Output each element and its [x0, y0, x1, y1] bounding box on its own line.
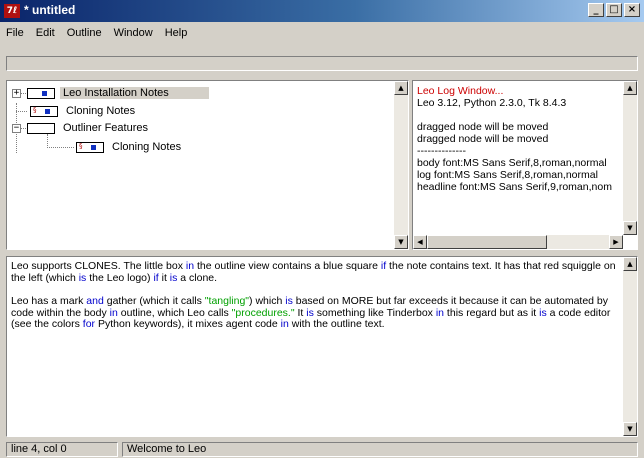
scroll-right-icon[interactable]: ▶	[609, 235, 623, 249]
outline-pane[interactable]: + Leo Installation Notes § Cloning Notes…	[6, 80, 409, 250]
body-run: with the outline text.	[288, 318, 385, 330]
menu-help[interactable]: Help	[159, 27, 194, 39]
body-run: something like Tinderbox	[313, 306, 436, 319]
keyword-text: in	[280, 318, 289, 330]
node-icon: §	[76, 141, 104, 153]
body-run: Leo has a mark	[11, 295, 87, 307]
tree-line	[16, 111, 27, 112]
body-text[interactable]: Leo supports CLONES. The little box in t…	[11, 260, 619, 343]
body-run: the Leo logo)	[86, 271, 154, 284]
log-message: body font:MS Sans Serif,8,roman,normal	[417, 157, 607, 169]
expand-icon[interactable]: +	[12, 88, 21, 98]
body-run: it	[158, 271, 170, 284]
keyword-text: for	[82, 318, 96, 330]
string-text: "procedures."	[231, 306, 295, 319]
log-title: Leo Log Window...	[417, 85, 504, 97]
log-text: Leo Log Window... Leo 3.12, Python 2.3.0…	[417, 85, 612, 193]
scroll-up-icon[interactable]: ▲	[623, 81, 637, 95]
node-headline[interactable]: Outliner Features	[60, 122, 151, 134]
minimize-button[interactable]: _	[588, 3, 604, 17]
title-bar[interactable]: 7ℓ * untitled _ □ ×	[0, 0, 644, 22]
keyword-text: is	[285, 295, 293, 307]
log-message: dragged node will be moved	[417, 133, 549, 145]
log-pane[interactable]: Leo Log Window... Leo 3.12, Python 2.3.0…	[412, 80, 638, 250]
window-title: * untitled	[24, 3, 76, 17]
outline-node[interactable]: § Cloning Notes	[73, 139, 184, 155]
body-run: a clone.	[177, 271, 218, 284]
keyword-text: is	[306, 306, 314, 319]
body-paragraph: Leo has a mark and gather (which it call…	[11, 295, 619, 331]
node-headline[interactable]: Cloning Notes	[63, 105, 138, 117]
icon-bar	[6, 56, 638, 71]
minimize-icon: _	[593, 4, 599, 15]
outline-vertical-scrollbar[interactable]: ▲ ▼	[394, 81, 408, 249]
has-text-square-icon	[90, 144, 96, 150]
keyword-text: in	[435, 306, 445, 319]
outline-node[interactable]: + Leo Installation Notes	[12, 85, 209, 101]
scroll-up-icon[interactable]: ▲	[623, 257, 637, 271]
menu-bar: File Edit Outline Window Help	[0, 22, 644, 44]
body-run: gather (which it calls	[103, 295, 205, 307]
leo-logo-icon[interactable]: 7ℓ	[4, 4, 20, 18]
close-icon: ×	[627, 4, 637, 15]
keyword-text: is	[539, 306, 547, 319]
body-paragraph: Leo supports CLONES. The little box in t…	[11, 260, 619, 284]
node-icon	[27, 122, 55, 134]
leo-window: 7ℓ * untitled _ □ × File Edit Outline Wi…	[0, 0, 644, 458]
keyword-text: in	[185, 260, 195, 272]
tree-line	[47, 147, 74, 148]
log-message: --------------	[417, 145, 466, 157]
scroll-down-icon[interactable]: ▼	[623, 221, 637, 235]
cursor-position: line 4, col 0	[6, 442, 118, 457]
log-horizontal-scrollbar[interactable]: ◀ ▶	[413, 235, 623, 249]
keyword-text: and	[86, 295, 104, 307]
status-message: Welcome to Leo	[122, 442, 638, 457]
clone-mark-icon: §	[33, 105, 37, 114]
node-headline[interactable]: Cloning Notes	[109, 141, 184, 153]
body-run: outline, which Leo calls	[117, 306, 232, 319]
body-run: ) which	[249, 295, 286, 307]
status-bar: line 4, col 0 Welcome to Leo	[0, 440, 644, 458]
body-pane[interactable]: Leo supports CLONES. The little box in t…	[6, 256, 638, 437]
body-run: Leo supports CLONES. The little box	[11, 260, 186, 272]
outline-node[interactable]: § Cloning Notes	[27, 103, 138, 119]
keyword-text: in	[109, 306, 118, 319]
maximize-button[interactable]: □	[606, 3, 622, 17]
has-text-square-icon	[41, 90, 47, 96]
string-text: "tangling"	[204, 295, 250, 307]
body-vertical-scrollbar[interactable]: ▲ ▼	[623, 257, 637, 436]
menu-edit[interactable]: Edit	[30, 27, 61, 39]
log-message: dragged node will be moved	[417, 121, 549, 133]
scroll-down-icon[interactable]: ▼	[394, 235, 408, 249]
tree-line	[47, 134, 48, 148]
collapse-icon[interactable]: −	[12, 123, 21, 133]
scroll-up-icon[interactable]: ▲	[394, 81, 408, 95]
menu-outline[interactable]: Outline	[61, 27, 108, 39]
log-version: Leo 3.12, Python 2.3.0, Tk 8.4.3	[417, 97, 567, 109]
body-run: the outline view contains a blue square	[194, 260, 381, 272]
body-run: this regard but as it	[444, 306, 540, 319]
menu-file[interactable]: File	[0, 27, 30, 39]
log-message: log font:MS Sans Serif,8,roman,normal	[417, 169, 598, 181]
node-headline[interactable]: Leo Installation Notes	[60, 87, 209, 99]
outline-node[interactable]: − Outliner Features	[12, 120, 151, 136]
log-message: headline font:MS Sans Serif,9,roman,nom	[417, 181, 612, 193]
body-run: It	[294, 306, 307, 319]
maximize-icon: □	[609, 4, 619, 15]
scroll-left-icon[interactable]: ◀	[413, 235, 427, 249]
scroll-down-icon[interactable]: ▼	[623, 422, 637, 436]
node-icon	[27, 87, 55, 99]
clone-mark-icon: §	[79, 141, 83, 150]
scroll-thumb[interactable]	[427, 235, 547, 249]
log-vertical-scrollbar[interactable]: ▲ ▼	[623, 81, 637, 235]
node-icon: §	[30, 105, 58, 117]
close-button[interactable]: ×	[624, 3, 640, 17]
menu-window[interactable]: Window	[108, 27, 159, 39]
body-run: Python keywords), it mixes agent code	[95, 318, 281, 330]
has-text-square-icon	[44, 108, 50, 114]
